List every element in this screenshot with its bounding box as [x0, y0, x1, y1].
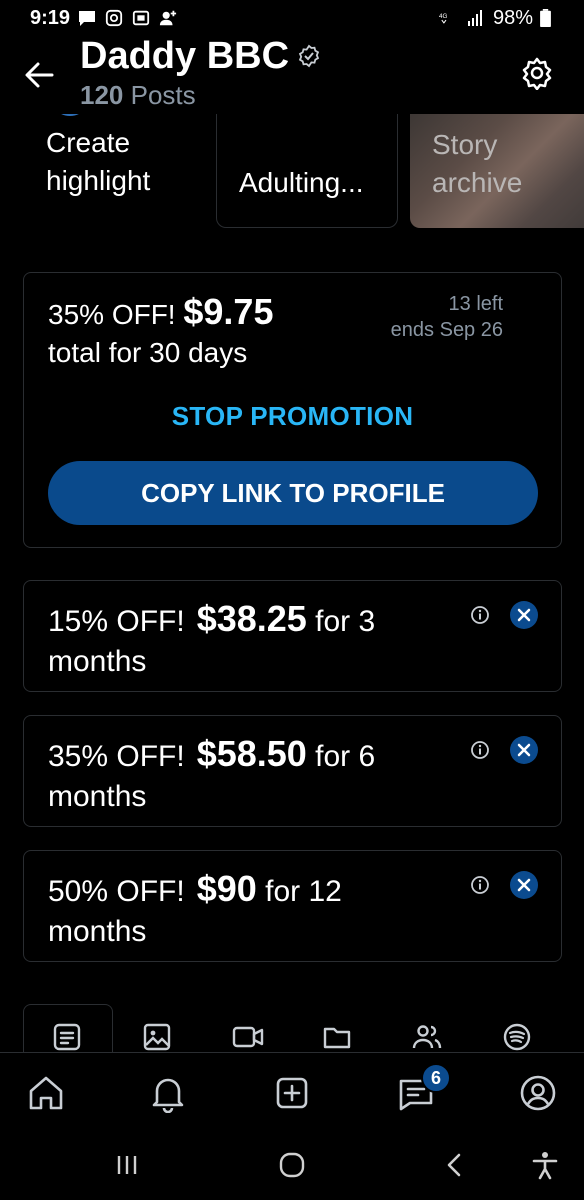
instagram-icon [104, 9, 124, 27]
bundle-price: $90 [196, 868, 257, 909]
system-navigation [0, 1132, 584, 1200]
bundle-price: $58.50 [196, 733, 307, 774]
copy-link-button[interactable]: COPY LINK TO PROFILE [48, 461, 538, 525]
bundle-unit: months [48, 780, 147, 813]
info-icon[interactable] [470, 740, 490, 760]
back-button-icon[interactable] [440, 1150, 470, 1180]
battery-icon [540, 9, 560, 27]
highlight-adulting[interactable]: Adulting... [216, 114, 398, 228]
promo-price: $9.75 [183, 291, 274, 332]
page-title: Daddy BBC [80, 35, 290, 77]
close-icon[interactable] [510, 871, 538, 899]
messages-badge: 6 [421, 1063, 451, 1093]
highlights-row: Create highlight Adulting... Story archi… [0, 114, 584, 230]
folder-tab-icon[interactable] [322, 1022, 352, 1052]
battery-percent: 98% [492, 6, 533, 29]
add-user-notification-icon [158, 9, 178, 27]
close-icon[interactable] [510, 736, 538, 764]
promo-end-date: ends Sep 26 [390, 319, 503, 341]
profile-header: Daddy BBC 120 Posts [0, 36, 584, 114]
home-icon[interactable] [26, 1073, 66, 1113]
back-arrow-icon[interactable] [22, 58, 56, 92]
bundle-discount: 50% OFF! [48, 875, 185, 908]
bundle-card: 15% OFF! $38.25 for 3 months [23, 580, 562, 692]
bundle-card: 35% OFF! $58.50 for 6 months [23, 715, 562, 827]
verified-badge-icon [297, 44, 321, 68]
videos-tab-icon[interactable] [232, 1022, 264, 1052]
accessibility-icon[interactable] [530, 1150, 560, 1180]
clock: 9:19 [30, 6, 71, 29]
bell-icon[interactable] [148, 1073, 188, 1113]
bundle-unit: months [48, 915, 147, 948]
signal-icon [466, 9, 486, 27]
bottom-navigation: 6 [0, 1052, 584, 1132]
add-highlight-ring-icon [50, 114, 90, 116]
create-highlight-button[interactable]: Create highlight [22, 114, 202, 228]
story-archive-button[interactable]: Story archive [410, 114, 584, 228]
add-post-icon[interactable] [272, 1073, 312, 1113]
network-4g-icon: 4G [439, 9, 459, 27]
promotion-card: 35% OFF! $9.75 total for 30 days 13 left… [23, 272, 562, 548]
bundle-duration: for 12 [265, 875, 342, 908]
recent-apps-icon[interactable] [112, 1150, 142, 1180]
info-icon[interactable] [470, 875, 490, 895]
bundle-unit: months [48, 645, 147, 678]
promo-left-count: 13 left [448, 293, 503, 315]
chat-notification-icon [77, 9, 97, 27]
gallery-notification-icon [131, 9, 151, 27]
posts-tab-icon[interactable] [52, 1022, 82, 1052]
svg-text:4G: 4G [439, 13, 448, 20]
bundle-duration: for 3 [315, 605, 376, 638]
profile-icon[interactable] [518, 1073, 558, 1113]
stop-promotion-button[interactable]: STOP PROMOTION [24, 401, 561, 432]
bundle-discount: 15% OFF! [48, 605, 185, 638]
content-tabs [0, 1004, 584, 1064]
status-bar: 9:19 4G 98% [0, 0, 584, 36]
posts-count: 120 Posts [80, 80, 196, 110]
promo-discount: 35% OFF! [48, 299, 176, 330]
promo-duration: total for 30 days [48, 337, 248, 368]
fans-tab-icon[interactable] [412, 1022, 442, 1052]
bundle-price: $38.25 [196, 598, 307, 639]
photos-tab-icon[interactable] [142, 1022, 172, 1052]
bundle-card: 50% OFF! $90 for 12 months [23, 850, 562, 962]
home-button-icon[interactable] [277, 1150, 307, 1180]
spotify-tab-icon[interactable] [502, 1022, 532, 1052]
gear-icon[interactable] [520, 56, 554, 90]
bundle-discount: 35% OFF! [48, 740, 185, 773]
close-icon[interactable] [510, 601, 538, 629]
info-icon[interactable] [470, 605, 490, 625]
bundle-duration: for 6 [315, 740, 376, 773]
